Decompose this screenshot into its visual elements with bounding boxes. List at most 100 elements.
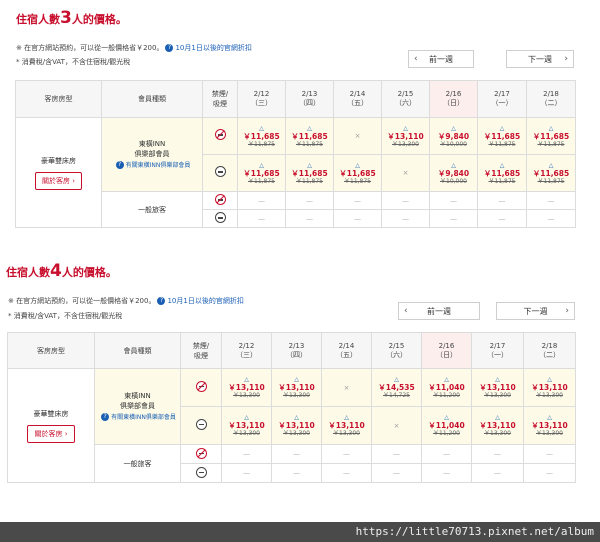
price-cell[interactable]: △ ￥11,685 ￥11,875 bbox=[477, 154, 527, 192]
prev-week-button[interactable]: ‹ 前一週 bbox=[408, 50, 474, 68]
smoking-icon bbox=[195, 466, 207, 478]
next-week-button[interactable]: 下一週 › bbox=[496, 302, 575, 320]
empty-cell: — bbox=[285, 191, 334, 210]
discount-link[interactable]: 10月1日以後的官網折扣 bbox=[175, 44, 251, 52]
tax-note: * 消費稅/含VAT，不含住宿稅/觀光稅 bbox=[16, 58, 131, 66]
price-cell[interactable]: △ ￥13,110 ￥13,300 bbox=[271, 368, 322, 407]
date-header: 2/16 （日） bbox=[421, 332, 472, 369]
date-header: 2/16 （日） bbox=[429, 80, 478, 118]
price-cell-unavailable: × bbox=[371, 406, 422, 445]
prev-week-button[interactable]: ‹ 前一週 bbox=[398, 302, 480, 320]
watermark-url: https://little70713.pixnet.net/album bbox=[355, 525, 594, 538]
smoking-icon bbox=[214, 212, 226, 223]
price-cell[interactable]: △ ￥14,535 ￥14,725 bbox=[371, 368, 422, 407]
date-header: 2/15 （六） bbox=[381, 80, 430, 118]
chevron-left-icon: ‹ bbox=[414, 54, 418, 64]
question-icon: ? bbox=[115, 161, 124, 169]
column-header-smoking: 禁煙/ 吸煙 bbox=[180, 332, 222, 369]
empty-cell: — bbox=[237, 191, 286, 210]
general-guest-cell: 一般旅客 bbox=[94, 444, 181, 483]
smoking-type-cell bbox=[202, 154, 238, 192]
price-cell[interactable]: △ ￥11,040 ￥11,200 bbox=[421, 406, 472, 445]
empty-cell: — bbox=[523, 463, 576, 483]
empty-cell: — bbox=[477, 191, 527, 210]
price-cell[interactable]: △ ￥11,685 ￥11,875 bbox=[285, 154, 334, 192]
price-cell[interactable]: △ ￥13,110 ￥13,300 bbox=[471, 368, 524, 407]
question-icon: ? bbox=[157, 297, 166, 305]
column-header-room: 客房房型 bbox=[7, 332, 95, 369]
date-header: 2/18 （二） bbox=[526, 80, 576, 118]
empty-cell: — bbox=[429, 209, 478, 228]
price-cell-unavailable: × bbox=[381, 154, 430, 192]
empty-cell: — bbox=[371, 444, 422, 464]
date-header: 2/12 （三） bbox=[237, 80, 286, 118]
date-header: 2/17 （一） bbox=[477, 80, 527, 118]
next-week-button[interactable]: 下一週 › bbox=[506, 50, 574, 68]
price-cell[interactable]: △ ￥11,685 ￥11,875 bbox=[477, 117, 527, 155]
column-header-member: 會員種類 bbox=[94, 332, 181, 369]
smoking-icon bbox=[214, 166, 226, 177]
empty-cell: — bbox=[421, 444, 472, 464]
empty-cell: — bbox=[421, 463, 472, 483]
price-cell[interactable]: △ ￥11,685 ￥11,875 bbox=[237, 117, 286, 155]
smoking-type-cell bbox=[180, 444, 222, 464]
price-cell[interactable]: △ ￥13,110 ￥13,300 bbox=[221, 406, 272, 445]
price-cell-unavailable: × bbox=[321, 368, 372, 407]
empty-cell: — bbox=[526, 209, 576, 228]
discount-link[interactable]: 10月1日以後的官網折扣 bbox=[167, 297, 243, 305]
member-info-link[interactable]: ? 有關東橫INN俱樂部會員 bbox=[96, 413, 180, 423]
price-cell[interactable]: △ ￥11,685 ￥11,875 bbox=[285, 117, 334, 155]
empty-cell: — bbox=[221, 463, 272, 483]
date-header: 2/18 （二） bbox=[523, 332, 576, 369]
price-cell[interactable]: △ ￥11,685 ￥11,875 bbox=[526, 154, 576, 192]
empty-cell: — bbox=[477, 209, 527, 228]
general-guest-cell: 一般旅客 bbox=[101, 191, 203, 228]
section-heading: 住宿人數3人的價格。 bbox=[16, 8, 127, 28]
price-cell-unavailable: × bbox=[333, 117, 382, 155]
discount-note: ※ 在官方網站預約，可以從一般價格省￥200。? 10月1日以後的官網折扣 bbox=[8, 297, 244, 305]
empty-cell: — bbox=[237, 209, 286, 228]
question-icon: ? bbox=[101, 413, 110, 421]
price-cell[interactable]: △ ￥11,685 ￥11,875 bbox=[237, 154, 286, 192]
price-cell[interactable]: △ ￥13,110 ￥13,300 bbox=[471, 406, 524, 445]
column-header-room: 客房房型 bbox=[15, 80, 102, 118]
empty-cell: — bbox=[221, 444, 272, 464]
price-section-4-guests: 住宿人數4人的價格。 ※ 在官方網站預約，可以從一般價格省￥200。? 10月1日… bbox=[0, 255, 600, 515]
about-room-button[interactable]: 關於客房 › bbox=[27, 424, 75, 443]
price-cell[interactable]: △ ￥13,110 ￥13,300 bbox=[321, 406, 372, 445]
empty-cell: — bbox=[285, 209, 334, 228]
chevron-right-icon: › bbox=[565, 306, 569, 316]
price-cell[interactable]: △ ￥13,110 ￥13,300 bbox=[381, 117, 430, 155]
price-cell[interactable]: △ ￥11,685 ￥11,875 bbox=[333, 154, 382, 192]
date-header: 2/13 （四） bbox=[271, 332, 322, 369]
smoking-type-cell bbox=[180, 463, 222, 483]
price-cell[interactable]: △ ￥13,110 ￥13,300 bbox=[523, 368, 576, 407]
member-info-link[interactable]: ? 有關東橫INN俱樂部會員 bbox=[103, 161, 202, 171]
empty-cell: — bbox=[371, 463, 422, 483]
empty-cell: — bbox=[271, 444, 322, 464]
price-section-3-guests: 住宿人數3人的價格。 ※ 在官方網站預約，可以從一般價格省￥200。? 10月1日… bbox=[0, 0, 600, 240]
price-cell[interactable]: △ ￥11,040 ￥11,200 bbox=[421, 368, 472, 407]
no-smoking-icon bbox=[195, 380, 207, 392]
rate-table: 客房房型 會員種類 禁煙/ 吸煙 2/12 （三） 2/13 （四） 2/14 （五）… bbox=[15, 80, 576, 228]
smoking-type-cell bbox=[180, 368, 222, 407]
empty-cell: — bbox=[321, 444, 372, 464]
date-header: 2/13 （四） bbox=[285, 80, 334, 118]
date-header: 2/14 （五） bbox=[333, 80, 382, 118]
price-cell[interactable]: △ ￥11,685 ￥11,875 bbox=[526, 117, 576, 155]
discount-note: ※ 在官方網站預約，可以從一般價格省￥200。? 10月1日以後的官網折扣 bbox=[16, 44, 252, 52]
member-type-cell: 東橫INN 俱樂部會員 ? 有關東橫INN俱樂部會員 bbox=[101, 117, 203, 192]
empty-cell: — bbox=[381, 191, 430, 210]
smoking-type-cell bbox=[180, 406, 222, 445]
no-smoking-icon bbox=[195, 447, 207, 459]
empty-cell: — bbox=[333, 209, 382, 228]
about-room-button[interactable]: 關於客房 › bbox=[34, 171, 83, 190]
price-cell[interactable]: △ ￥13,110 ￥13,300 bbox=[221, 368, 272, 407]
watermark-bar: https://little70713.pixnet.net/album bbox=[0, 522, 600, 542]
member-name: 東橫INN 俱樂部會員 bbox=[134, 139, 170, 158]
price-cell[interactable]: △ ￥9,840 ￥10,000 bbox=[429, 117, 478, 155]
price-cell[interactable]: △ ￥13,110 ￥13,300 bbox=[523, 406, 576, 445]
price-cell[interactable]: △ ￥13,110 ￥13,300 bbox=[271, 406, 322, 445]
price-cell[interactable]: △ ￥9,840 ￥10,000 bbox=[429, 154, 478, 192]
empty-cell: — bbox=[271, 463, 322, 483]
